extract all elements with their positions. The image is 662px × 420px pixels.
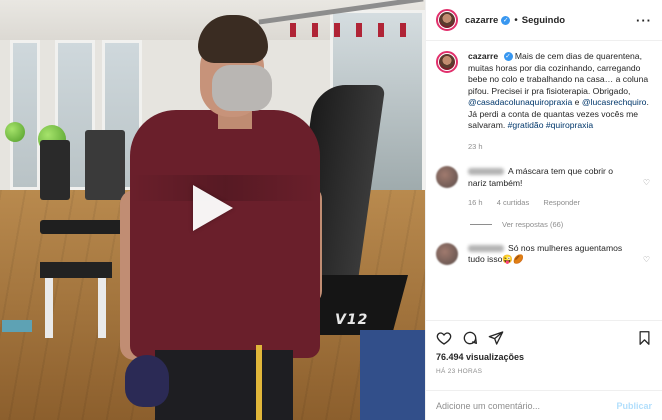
comment-time[interactable]: 16 h bbox=[468, 198, 483, 207]
view-replies-label[interactable]: Ver respostas (66) bbox=[502, 220, 563, 229]
shirt bbox=[130, 110, 320, 358]
caption-body: cazarre ✓ Mais de cem dias de quarentena… bbox=[468, 51, 652, 152]
hair bbox=[198, 15, 268, 63]
yellow-strap bbox=[256, 345, 262, 420]
author-username[interactable]: cazarre bbox=[465, 15, 498, 26]
verified-badge-icon: ✓ bbox=[501, 15, 511, 25]
caption-time[interactable]: 23 h bbox=[468, 141, 652, 153]
blue-equipment bbox=[360, 330, 425, 420]
action-icons bbox=[436, 327, 652, 349]
caption-username[interactable]: cazarre bbox=[468, 51, 498, 61]
caption-avatar[interactable] bbox=[436, 51, 458, 73]
gym-machine bbox=[40, 140, 70, 200]
comment-icon[interactable] bbox=[462, 330, 478, 346]
play-icon[interactable] bbox=[193, 185, 233, 231]
commenter-username-blurred[interactable] bbox=[468, 168, 504, 176]
reply-button[interactable]: Responder bbox=[543, 198, 580, 207]
comment-item: A máscara tem que cobrir o nariz também!… bbox=[436, 166, 652, 209]
commenter-username-blurred[interactable] bbox=[468, 244, 504, 252]
author-avatar[interactable] bbox=[436, 9, 458, 31]
add-comment-bar: Publicar bbox=[426, 390, 662, 420]
following-button[interactable]: Seguindo bbox=[522, 15, 565, 26]
replies-divider bbox=[470, 223, 492, 225]
gym-machine bbox=[85, 130, 125, 200]
kettlebell bbox=[125, 355, 169, 407]
step-leg bbox=[45, 278, 53, 338]
more-horizontal-icon[interactable]: ··· bbox=[636, 13, 652, 28]
step-leg bbox=[98, 278, 106, 338]
commenter-avatar[interactable] bbox=[436, 166, 458, 188]
verified-badge-icon: ✓ bbox=[503, 52, 513, 62]
post-caption: cazarre ✓ Mais de cem dias de quarentena… bbox=[436, 51, 652, 152]
exercise-ball bbox=[5, 122, 25, 142]
pants bbox=[155, 350, 293, 420]
post-header: cazarre ✓ • Seguindo ··· bbox=[426, 0, 662, 41]
comment-like-heart-icon[interactable]: ♡ bbox=[643, 178, 650, 187]
heart-icon[interactable] bbox=[436, 330, 452, 346]
separator-dot: • bbox=[514, 14, 518, 26]
comment-likes[interactable]: 4 curtidas bbox=[497, 198, 530, 207]
share-icon[interactable] bbox=[488, 330, 504, 346]
mention-link[interactable]: @lucasrechquiro bbox=[582, 97, 647, 107]
face-mask bbox=[212, 65, 272, 111]
bookmark-icon[interactable] bbox=[637, 330, 652, 346]
window bbox=[10, 40, 40, 190]
hashtag-link[interactable]: #quiropraxia bbox=[546, 120, 593, 130]
view-replies[interactable]: Ver respostas (66) bbox=[470, 220, 652, 229]
commenter-avatar[interactable] bbox=[436, 242, 458, 265]
post-age[interactable]: HÁ 23 HORAS bbox=[436, 368, 652, 375]
comment-item: Só nos mulheres aguentamos tudo isso😜🏉 ♡ bbox=[436, 242, 652, 266]
post-video[interactable]: V12 bbox=[0, 0, 425, 420]
comment-like-heart-icon[interactable]: ♡ bbox=[643, 255, 650, 264]
treadmill-logo: V12 bbox=[335, 312, 369, 328]
mention-link[interactable]: @casadacolunaquiropraxia bbox=[468, 97, 572, 107]
instagram-post-modal: V12 cazarre ✓ • Seguindo ··· cazarre ✓ M… bbox=[0, 0, 662, 420]
view-count[interactable]: 76.494 visualizações bbox=[436, 352, 652, 362]
caption-text: e bbox=[572, 97, 582, 107]
post-side-panel: cazarre ✓ • Seguindo ··· cazarre ✓ Mais … bbox=[425, 0, 662, 420]
hashtag-link[interactable]: #gratidão bbox=[508, 120, 544, 130]
publish-button[interactable]: Publicar bbox=[616, 401, 652, 411]
comment-meta: 16 h 4 curtidas Responder bbox=[468, 197, 628, 209]
floor-mat bbox=[2, 320, 32, 332]
comment-body: A máscara tem que cobrir o nariz também!… bbox=[468, 166, 628, 209]
gym-bench bbox=[40, 220, 130, 234]
step-platform bbox=[40, 262, 112, 278]
comment-body: Só nos mulheres aguentamos tudo isso😜🏉 bbox=[468, 243, 628, 266]
comments-list[interactable]: cazarre ✓ Mais de cem dias de quarentena… bbox=[426, 41, 662, 320]
comment-input[interactable] bbox=[436, 400, 617, 411]
